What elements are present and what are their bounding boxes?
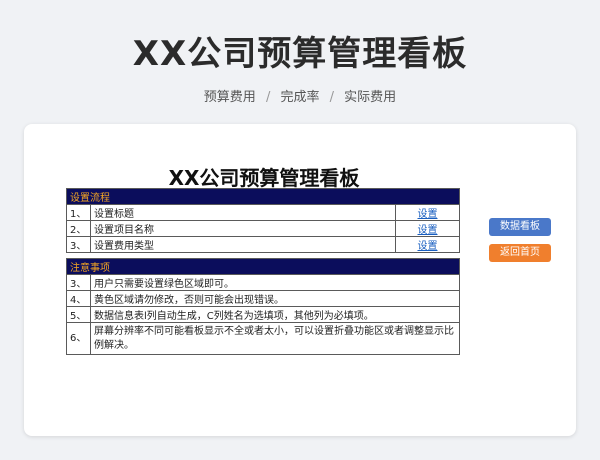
tagline: 预算费用 / 完成率 / 实际费用 xyxy=(0,86,600,105)
note-text: 数据信息表l列自动生成，C列姓名为选填项，其他列为必填项。 xyxy=(90,306,460,323)
row-number: 2、 xyxy=(66,220,91,237)
row-label: 设置费用类型 xyxy=(90,236,396,253)
setup-header: 设置流程 xyxy=(66,188,460,205)
row-number: 5、 xyxy=(66,306,91,323)
set-project-link[interactable]: 设置 xyxy=(418,225,438,236)
home-button[interactable]: 返回首页 xyxy=(489,244,551,262)
table-row: 5、 数据信息表l列自动生成，C列姓名为选填项，其他列为必填项。 xyxy=(66,306,460,323)
note-text: 屏幕分辨率不同可能看板显示不全或者太小，可以设置折叠功能区或者调整显示比例解决。 xyxy=(90,322,460,355)
table-row: 4、 黄色区域请勿修改，否则可能会出现错误。 xyxy=(66,290,460,307)
set-expense-link[interactable]: 设置 xyxy=(418,241,438,252)
row-number: 6、 xyxy=(66,322,91,355)
settings-sheet: 设置流程 1、 设置标题 设置 2、 设置项目名称 设置 3、 设置费用类型 设… xyxy=(66,188,460,355)
page-title: XX公司预算管理看板 xyxy=(132,34,468,74)
table-row: 3、 设置费用类型 设置 xyxy=(66,236,460,253)
tag-separator: / xyxy=(265,90,271,105)
note-text: 用户只需要设置绿色区域即可。 xyxy=(90,274,460,291)
set-expense-cell: 设置 xyxy=(395,236,460,253)
table-row: 1、 设置标题 设置 xyxy=(66,204,460,221)
sheet-title: XX公司预算管理看板 xyxy=(168,166,360,190)
table-row: 3、 用户只需要设置绿色区域即可。 xyxy=(66,274,460,291)
tag-separator: / xyxy=(329,90,335,105)
tag-actual: 实际费用 xyxy=(344,90,397,105)
set-title-link[interactable]: 设置 xyxy=(418,209,438,220)
setup-header-row: 设置流程 xyxy=(66,188,460,205)
table-row: 2、 设置项目名称 设置 xyxy=(66,220,460,237)
dashboard-button[interactable]: 数据看板 xyxy=(489,218,551,236)
row-number: 3、 xyxy=(66,274,91,291)
note-text: 黄色区域请勿修改，否则可能会出现错误。 xyxy=(90,290,460,307)
row-label: 设置标题 xyxy=(90,204,396,221)
set-title-cell: 设置 xyxy=(395,204,460,221)
row-number: 4、 xyxy=(66,290,91,307)
tag-completion: 完成率 xyxy=(280,90,320,105)
row-number: 3、 xyxy=(66,236,91,253)
table-row: 6、 屏幕分辨率不同可能看板显示不全或者太小，可以设置折叠功能区或者调整显示比例… xyxy=(66,322,460,355)
row-number: 1、 xyxy=(66,204,91,221)
tag-budget: 预算费用 xyxy=(203,90,256,105)
notes-header: 注意事项 xyxy=(66,258,460,275)
notes-header-row: 注意事项 xyxy=(66,258,460,275)
set-project-cell: 设置 xyxy=(395,220,460,237)
row-label: 设置项目名称 xyxy=(90,220,396,237)
